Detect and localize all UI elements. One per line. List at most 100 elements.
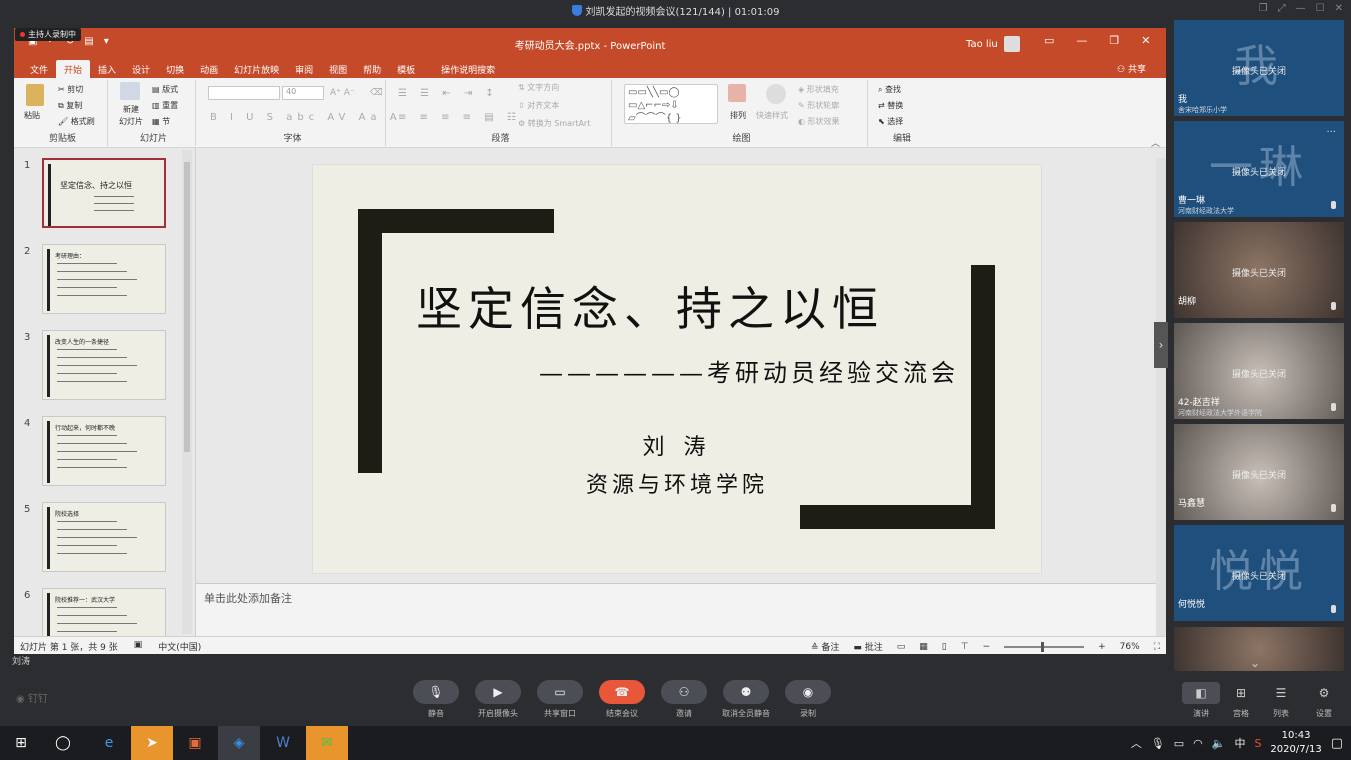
slide-thumbnail[interactable]: 坚定信念、持之以恒 xyxy=(42,158,166,228)
select-button[interactable]: ⬉ 选择 xyxy=(878,116,903,127)
slide-thumbnail[interactable]: 院校选择 xyxy=(42,502,166,572)
participant-tile[interactable]: 摄像头已关闭 马鑫慧 xyxy=(1174,424,1344,520)
list-icons[interactable]: ☰ ☰ ⇤ ⇥ ↕ xyxy=(398,88,499,99)
tab-4[interactable]: 切换 xyxy=(158,60,192,78)
wechat-icon[interactable]: ✉ xyxy=(306,726,348,760)
dingtalk-taskbar-icon[interactable]: ◈ xyxy=(218,726,260,760)
participant-tile[interactable]: 悦悦 摄像头已关闭 何悦悦 xyxy=(1174,525,1344,621)
normal-view-icon[interactable]: ▭ xyxy=(897,642,906,652)
ppt-maximize-icon[interactable]: ❐ xyxy=(1109,34,1119,47)
share-window-button[interactable]: ▭ xyxy=(537,680,583,704)
end-meeting-button[interactable]: ☎ xyxy=(599,680,645,704)
tab-3[interactable]: 设计 xyxy=(124,60,158,78)
shape-fill-button[interactable]: ◈ 形状填充 xyxy=(798,84,839,95)
unmute-all-button[interactable]: ⚉ xyxy=(723,680,769,704)
slide-thumbnail[interactable]: 院校推荐一：武汉大学 xyxy=(42,588,166,636)
minimize-icon[interactable]: — xyxy=(1296,3,1306,14)
share-button[interactable]: ⚇ 共享 xyxy=(1117,62,1146,75)
mute-button[interactable]: 🎙 xyxy=(413,680,459,704)
more-icon[interactable]: ··· xyxy=(1326,127,1336,138)
find-button[interactable]: ⌕ 查找 xyxy=(878,84,901,95)
participant-tile[interactable]: 我摄像头已关闭我舍宋哈郑乐小学 xyxy=(1174,20,1344,116)
copy-button[interactable]: ⧉ 复制 xyxy=(58,100,82,111)
battery-icon[interactable]: ▭ xyxy=(1174,737,1184,750)
slideshow-view-icon[interactable]: ⊤ xyxy=(961,642,969,652)
language[interactable]: 中文(中国) xyxy=(158,640,201,653)
paste-button[interactable]: 粘贴 xyxy=(24,110,40,121)
reading-view-icon[interactable]: ▯ xyxy=(942,642,947,652)
scroll-down-icon[interactable]: ⌄ xyxy=(1250,656,1260,670)
font-grow-icon[interactable]: A⁺ A⁻ xyxy=(330,88,355,98)
accessibility-icon[interactable]: ▣ xyxy=(134,640,143,653)
tab-2[interactable]: 插入 xyxy=(90,60,124,78)
slide-thumbnail[interactable]: 考研理由： xyxy=(42,244,166,314)
zoom-slider[interactable] xyxy=(1004,641,1085,652)
sogou-icon[interactable]: S xyxy=(1254,737,1261,750)
tab-1[interactable]: 开始 xyxy=(56,60,91,78)
current-slide[interactable]: 坚定信念、持之以恒 ——————考研动员经验交流会 刘 涛 资源与环境学院 xyxy=(312,164,1042,574)
quick-styles-button[interactable]: 快速样式 xyxy=(756,110,788,121)
shape-outline-button[interactable]: ✎ 形状轮廓 xyxy=(798,100,839,111)
powerpoint-icon[interactable]: ▣ xyxy=(174,726,216,760)
volume-icon[interactable]: 🔈 xyxy=(1212,737,1226,750)
align-icons[interactable]: ≡ ≡ ≡ ≡ ▤ ☷ xyxy=(398,112,521,123)
tab-7[interactable]: 审阅 xyxy=(287,60,321,78)
format-painter-button[interactable]: 🖌 格式刷 xyxy=(58,116,95,127)
reset-button[interactable]: ▥ 重置 xyxy=(152,100,178,111)
clear-format-icon[interactable]: ⌫ xyxy=(370,88,383,98)
restore-icon[interactable]: ❐ xyxy=(1259,3,1268,14)
text-direction-button[interactable]: ⇅ 文字方向 xyxy=(518,82,559,93)
notes-pane[interactable]: 单击此处添加备注 xyxy=(196,583,1156,636)
shape-effects-button[interactable]: ◐ 形状效果 xyxy=(798,116,840,127)
smartart-button[interactable]: ⚙ 转换为 SmartArt xyxy=(518,118,590,129)
invite-button[interactable]: ⚇ xyxy=(661,680,707,704)
zoom-in-icon[interactable]: + xyxy=(1098,642,1106,652)
wifi-icon[interactable]: ◠ xyxy=(1193,737,1203,750)
font-size-select[interactable]: 40 xyxy=(282,86,324,100)
layout-list-button[interactable]: ☰ xyxy=(1262,682,1300,704)
tab-0[interactable]: 文件 xyxy=(22,60,56,78)
user-account[interactable]: Tao liu xyxy=(966,36,1020,52)
layout-button[interactable]: ▤ 版式 xyxy=(152,84,178,95)
ime-indicator[interactable]: 中 xyxy=(1234,735,1245,751)
layout-speaker-button[interactable]: ◧ xyxy=(1182,682,1220,704)
paste-icon[interactable] xyxy=(26,84,44,106)
comments-button[interactable]: ▬ 批注 xyxy=(853,640,882,653)
ribbon-display-icon[interactable]: ▭ xyxy=(1044,34,1054,47)
sorter-view-icon[interactable]: ▦ xyxy=(919,642,928,652)
cut-button[interactable]: ✂ 剪切 xyxy=(58,84,83,95)
app-arrow-icon[interactable]: ➤ xyxy=(131,726,173,760)
tab-6[interactable]: 幻灯片放映 xyxy=(226,60,287,78)
participant-tile[interactable]: 摄像头已关闭 胡柳 xyxy=(1174,222,1344,318)
maximize-icon[interactable]: ☐ xyxy=(1316,3,1325,14)
font-style-icons[interactable]: B I U S abc AV Aa A xyxy=(210,112,402,123)
zoom-level[interactable]: 76% xyxy=(1120,642,1140,652)
slide-thumbnail[interactable]: 改变人生的一条捷径 xyxy=(42,330,166,400)
close-icon[interactable]: ✕ xyxy=(1335,3,1343,14)
clock[interactable]: 10:43 2020/7/13 xyxy=(1270,729,1321,757)
zoom-out-icon[interactable]: − xyxy=(983,642,991,652)
expand-icon[interactable]: ⤢ xyxy=(1278,3,1286,14)
slide-thumbnail[interactable]: 行动起来，何时都不晚 xyxy=(42,416,166,486)
replace-button[interactable]: ⇄ 替换 xyxy=(878,100,903,111)
slide-scrollbar[interactable] xyxy=(1156,158,1166,636)
tray-mic-icon[interactable]: 🎙 xyxy=(1151,737,1165,750)
ppt-close-icon[interactable]: ✕ xyxy=(1141,34,1150,47)
edge-icon[interactable]: e xyxy=(88,726,130,760)
participant-tile[interactable]: 一琳 摄像头已关闭 曹一琳 河南财经政法大学 ··· xyxy=(1174,121,1344,217)
word-icon[interactable]: W xyxy=(262,726,304,760)
panel-toggle-icon[interactable]: › xyxy=(1154,322,1168,368)
tray-expand-icon[interactable]: ︿ xyxy=(1131,735,1142,751)
thumbnail-scroll-thumb[interactable] xyxy=(184,162,190,452)
new-slide-button[interactable]: 新建 幻灯片 xyxy=(116,104,146,128)
fit-slide-icon[interactable]: ⛶ xyxy=(1154,642,1160,652)
tab-9[interactable]: 帮助 xyxy=(355,60,389,78)
quick-styles-icon[interactable] xyxy=(766,84,786,104)
tab-8[interactable]: 视图 xyxy=(321,60,355,78)
layout-gallery-button[interactable]: ⊞ xyxy=(1222,682,1260,704)
tab-5[interactable]: 动画 xyxy=(192,60,226,78)
record-button[interactable]: ◉ xyxy=(785,680,831,704)
tab-10[interactable]: 模板 xyxy=(389,60,423,78)
camera-button[interactable]: ▶ xyxy=(475,680,521,704)
tab-11[interactable]: 操作说明搜索 xyxy=(433,60,503,78)
